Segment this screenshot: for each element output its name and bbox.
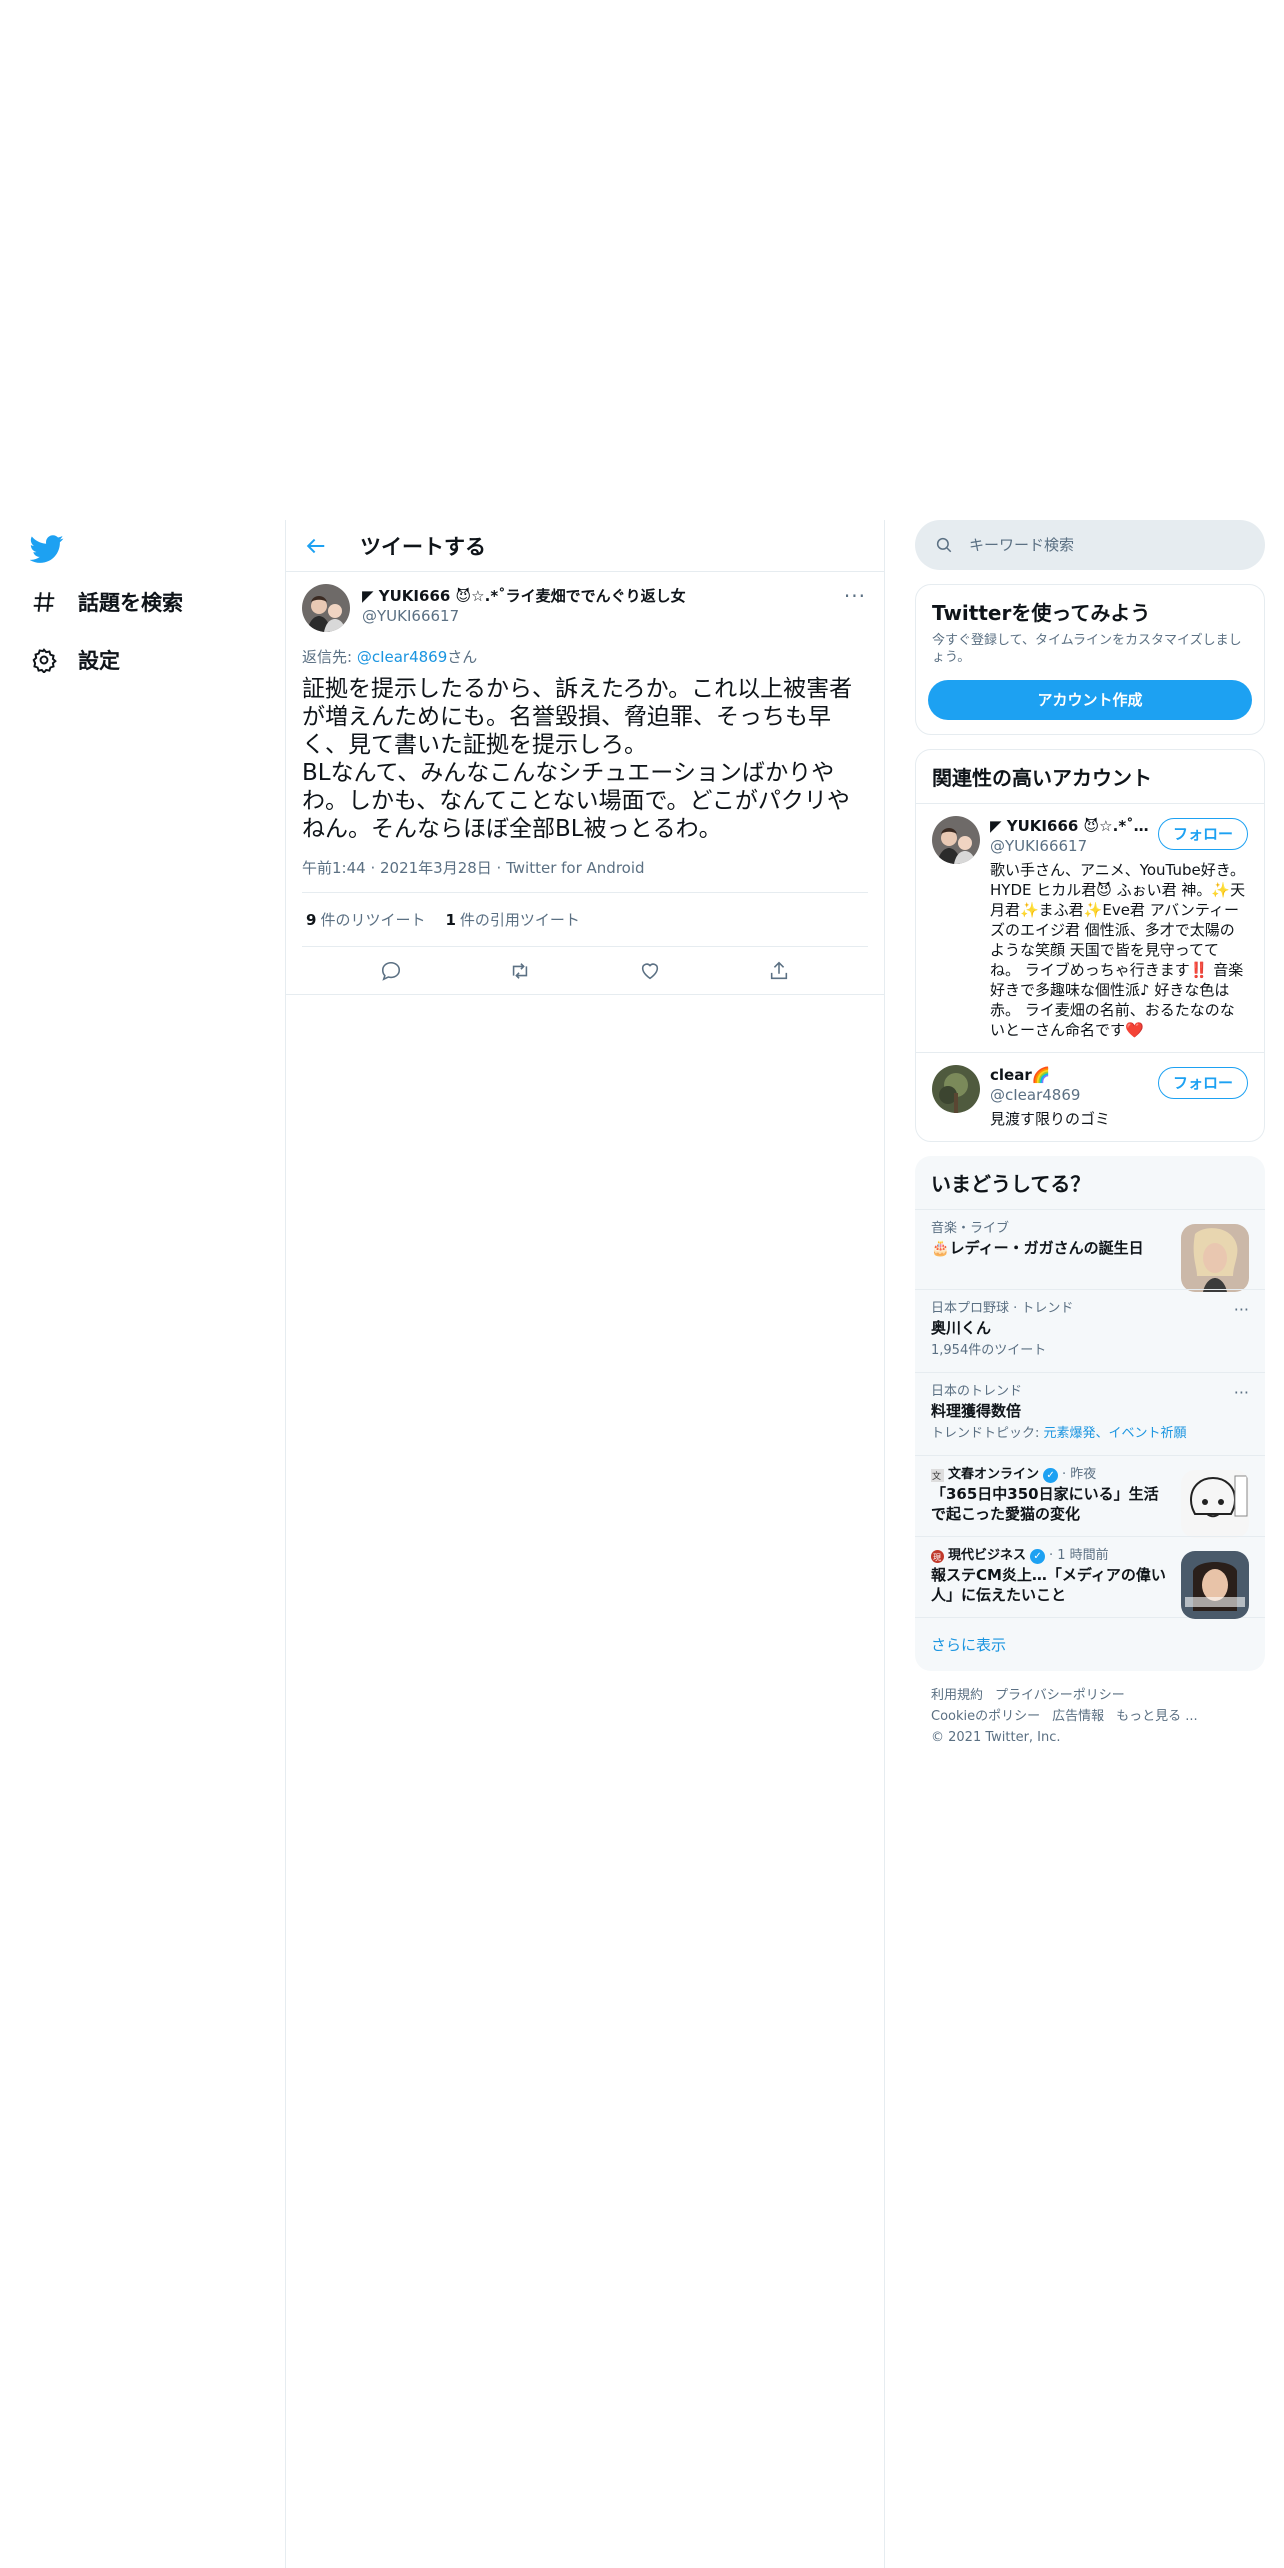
trends-card: いまどうしてる？ 音楽・ライブ 🎂レディー・ガガさんの誕生日 日本プロ野球 · … xyxy=(915,1156,1265,1671)
avatar[interactable] xyxy=(932,816,980,864)
tweet-text: 証拠を提示したるから、訴えたろか。これ以上被害者が増えんためにも。名誉毀損、脅迫… xyxy=(302,676,853,842)
footer-link[interactable]: Cookieのポリシー xyxy=(931,1709,1040,1724)
trend-thumbnail xyxy=(1181,1224,1249,1292)
signup-description: 今すぐ登録して、タイムラインをカスタマイズしましょう。 xyxy=(932,633,1242,665)
reply-to-link[interactable]: @cIear4869 xyxy=(357,648,447,666)
back-button[interactable] xyxy=(296,526,336,566)
heart-icon xyxy=(641,962,658,979)
footer-link[interactable]: プライバシーポリシー xyxy=(995,1688,1125,1703)
account-item[interactable]: clear🌈 @cIear4869 見渡す限りのゴミ フォロー xyxy=(916,1052,1264,1141)
nav-explore[interactable]: 話題を検索 xyxy=(30,582,183,622)
page-header: ツイートする xyxy=(286,520,884,572)
trend-category: 日本プロ野球 · トレンド xyxy=(931,1301,1074,1316)
svg-text:現: 現 xyxy=(933,1553,941,1562)
svg-text:文: 文 xyxy=(932,1470,941,1482)
footer-link[interactable]: 広告情報 xyxy=(1052,1709,1104,1724)
source-logo-icon: 現 xyxy=(931,1549,944,1563)
reply-to-line: 返信先: @cIear4869さん xyxy=(302,646,868,667)
source-logo-icon: 文 xyxy=(931,1468,944,1482)
quote-count: 1 xyxy=(445,911,456,929)
reply-to-suffix: さん xyxy=(447,648,478,666)
reply-button[interactable] xyxy=(373,953,409,989)
nav-explore-label: 話題を検索 xyxy=(78,591,183,615)
retweet-count-link[interactable]: 9 件のリツイート xyxy=(306,909,425,930)
trend-more-button[interactable]: ··· xyxy=(1234,1383,1249,1402)
trend-item[interactable]: 音楽・ライブ 🎂レディー・ガガさんの誕生日 xyxy=(915,1209,1265,1292)
trend-item[interactable]: 日本プロ野球 · トレンド 奥川くん 1,954件のツイート ··· xyxy=(915,1289,1265,1372)
trend-topic: トレンドトピック: 元素爆発、イベント祈願 xyxy=(931,1425,1249,1443)
reply-to-prefix: 返信先: xyxy=(302,648,357,666)
hashtag-icon xyxy=(30,588,58,616)
retweet-count-label: 件のリツイート xyxy=(320,911,426,929)
search-input[interactable] xyxy=(969,536,1229,554)
copyright: © 2021 Twitter, Inc. xyxy=(931,1730,1061,1745)
tweet-author-handle[interactable]: @YUKI66617 xyxy=(362,606,686,626)
footer: 利用規約 プライバシーポリシー Cookieのポリシー 広告情報 もっと見る ... … xyxy=(915,1671,1265,1762)
trend-category: 日本のトレンド xyxy=(931,1384,1023,1399)
tweet: ◤ YUKI666 😈☆.*˚ライ麦畑ででんぐり返し女 @YUKI66617 ·… xyxy=(286,572,884,995)
news-item[interactable]: 文 文春オンライン ✓ · 昨夜 「365日中350日家にいる」生活で起こった愛猫… xyxy=(915,1455,1265,1538)
footer-link[interactable]: 利用規約 xyxy=(931,1688,983,1703)
retweet-icon xyxy=(513,962,528,979)
verified-icon: ✓ xyxy=(1043,1467,1059,1483)
main-column: ツイートする ◤ YUKI666 😈☆.*˚ライ麦畑ででんぐり返し女 @YUKI… xyxy=(285,520,885,2568)
signup-card: Twitterを使ってみよう 今すぐ登録して、タイムラインをカスタマイズしましょ… xyxy=(915,584,1265,735)
retweet-button[interactable] xyxy=(502,953,538,989)
tweet-author-name[interactable]: ◤ YUKI666 😈☆.*˚ライ麦畑ででんぐり返し女 xyxy=(362,586,686,606)
account-bio: 見渡す限りのゴミ xyxy=(990,1110,1111,1128)
trend-topic-prefix: トレンドトピック: xyxy=(931,1426,1044,1441)
follow-button[interactable]: フォロー xyxy=(1157,1067,1248,1099)
like-button[interactable] xyxy=(632,953,668,989)
footer-link[interactable]: もっと見る ... xyxy=(1116,1709,1198,1724)
quote-count-label: 件の引用ツイート xyxy=(459,911,580,929)
related-accounts-title: 関連性の高いアカウント xyxy=(932,766,1152,790)
gear-icon xyxy=(30,646,58,674)
trend-tweet-count: 1,954件のツイート xyxy=(931,1343,1047,1358)
reply-icon xyxy=(381,961,400,981)
search-icon xyxy=(936,537,952,553)
news-thumbnail xyxy=(1181,1470,1249,1538)
news-time: · 昨夜 xyxy=(1062,1467,1097,1482)
account-item[interactable]: ◤ YUKI666 😈☆.*˚... @YUKI66617 歌い手さん、アニメ、… xyxy=(916,803,1264,1052)
avatar[interactable] xyxy=(302,584,350,632)
nav-settings-label: 設定 xyxy=(78,649,120,673)
news-item[interactable]: 現 現代ビジネス ✓ · 1 時間前 報ステCM炎上…「メディアの偉い人」に伝えた… xyxy=(915,1536,1265,1619)
trend-more-button[interactable]: ··· xyxy=(1234,1300,1249,1319)
tweet-stats: 9 件のリツイート 1 件の引用ツイート xyxy=(302,893,868,947)
news-source: 現代ビジネス xyxy=(948,1548,1027,1563)
trend-title: 料理獲得数倍 xyxy=(931,1402,1022,1420)
retweet-count: 9 xyxy=(306,911,317,929)
create-account-button[interactable]: アカウント作成 xyxy=(928,680,1252,720)
verified-icon: ✓ xyxy=(1030,1548,1046,1564)
news-thumbnail xyxy=(1181,1551,1249,1619)
related-accounts-card: 関連性の高いアカウント ◤ YUKI666 😈☆.*˚... @YUKI6661… xyxy=(915,749,1265,1142)
page-title: ツイートする xyxy=(360,534,486,559)
news-source: 文春オンライン xyxy=(948,1467,1040,1482)
share-button[interactable] xyxy=(761,953,797,989)
show-more-link[interactable]: さらに表示 xyxy=(915,1617,1265,1671)
tweet-actions xyxy=(286,947,884,995)
tweet-timestamp[interactable]: 午前1:44 · 2021年3月28日 · Twitter for Androi… xyxy=(302,857,868,893)
follow-button[interactable]: フォロー xyxy=(1157,818,1248,850)
share-icon xyxy=(771,961,788,979)
quote-count-link[interactable]: 1 件の引用ツイート xyxy=(445,909,579,930)
arrow-left-icon xyxy=(306,538,325,553)
trends-title: いまどうしてる？ xyxy=(931,1172,1091,1196)
more-options-button[interactable]: ··· xyxy=(844,584,866,608)
sidebar: Twitterを使ってみよう 今すぐ登録して、タイムラインをカスタマイズしましょ… xyxy=(915,520,1265,1762)
account-bio: 歌い手さん、アニメ、YouTube好き。HYDE ヒカル君😈 ふぉい君 神。✨天… xyxy=(990,861,1246,1039)
search-bar[interactable] xyxy=(915,520,1265,570)
nav-settings[interactable]: 設定 xyxy=(30,640,120,680)
news-time: · 1 時間前 xyxy=(1049,1548,1109,1563)
signup-title: Twitterを使ってみよう xyxy=(932,601,1151,625)
trend-topic-link[interactable]: 元素爆発、イベント祈願 xyxy=(1044,1426,1187,1441)
account-name[interactable]: clear🌈 xyxy=(990,1065,1150,1085)
trend-title: 奥川くん xyxy=(931,1319,992,1337)
avatar[interactable] xyxy=(932,1065,980,1113)
account-name[interactable]: ◤ YUKI666 😈☆.*˚... xyxy=(990,816,1150,836)
twitter-logo-icon[interactable] xyxy=(29,532,64,566)
trend-item[interactable]: 日本のトレンド 料理獲得数倍 トレンドトピック: 元素爆発、イベント祈願 ··· xyxy=(915,1372,1265,1455)
